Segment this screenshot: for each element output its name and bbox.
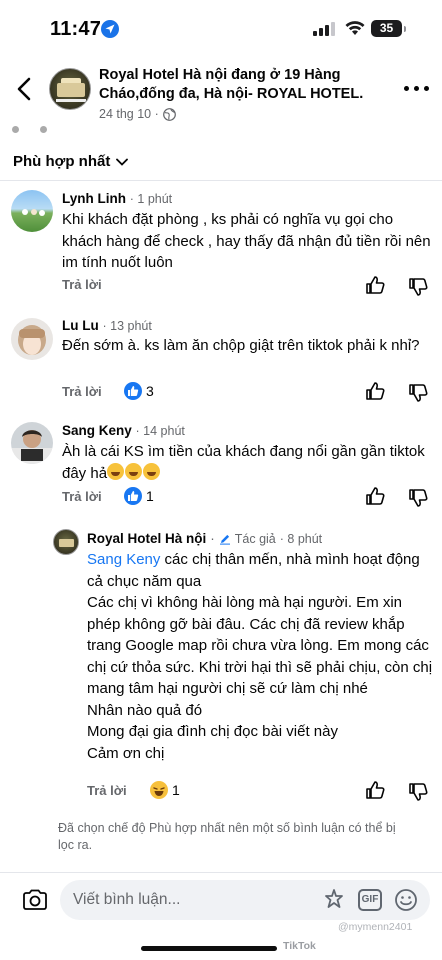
dislike-icon[interactable] [407,487,429,509]
post-header: Royal Hotel Hà nội đang ở 19 Hàng Cháo,đ… [0,58,442,128]
avatar[interactable] [11,190,53,232]
mention-link[interactable]: Sang Keny [87,551,160,568]
post-title[interactable]: Royal Hotel Hà nội đang ở 19 Hàng Cháo,đ… [99,66,389,104]
comment-text: Khi khách đặt phòng , ks phải có nghĩa v… [62,211,431,271]
haha-reaction-icon [150,781,168,799]
divider [0,180,442,181]
back-arrow-icon[interactable] [10,74,40,104]
comment-time: · 1 phút [129,192,173,206]
reply-button[interactable]: Trả lời [62,384,102,399]
page-avatar[interactable] [53,529,79,555]
comment-input-placeholder: Viết bình luận... [73,891,181,908]
reply-comment-item: Royal Hotel Hà nội · Tác giả · 8 phút Sa… [0,526,442,811]
post-meta: 24 thg 10 · [99,107,176,121]
dislike-icon[interactable] [407,382,429,404]
page-avatar[interactable] [49,68,91,110]
filter-note: Đã chọn chế độ Phù hợp nhất nên một số b… [58,821,396,852]
watermark-handle: @mymenn2401 [338,921,413,933]
comment-composer: Viết bình luận... GIF [0,872,442,927]
pencil-icon [219,534,230,545]
like-reaction-icon [124,382,142,400]
laughing-emoji-icon [143,462,161,480]
more-options-icon[interactable] [404,84,430,94]
status-bar: 11:47 35 [0,0,442,58]
comment-item: Lu Lu · 13 phút Đến sớm à. ks làm ăn chộ… [0,316,442,411]
sort-dropdown[interactable]: Phù hợp nhất [13,153,129,170]
comment-time: · 13 phút [102,319,152,333]
like-icon[interactable] [364,274,386,296]
avatar[interactable] [11,422,53,464]
post-date: 24 thg 10 · [99,107,159,121]
signal-icon [313,22,335,36]
like-icon[interactable] [364,380,386,402]
like-count-badge[interactable]: 1 [124,487,154,505]
wifi-icon [345,21,365,35]
emoji-icon[interactable] [394,888,418,912]
home-indicator [141,946,277,951]
watermark-brand: TikTok [283,940,316,952]
comment-input[interactable]: Viết bình luận... GIF [60,880,430,920]
dislike-icon[interactable] [407,781,429,803]
battery-tip [404,26,406,32]
reaction-strip [0,126,442,134]
sticker-icon[interactable] [322,888,346,912]
comment-author[interactable]: Lu Lu · 13 phút [62,318,152,333]
globe-icon [162,107,176,121]
chevron-down-icon [116,158,129,166]
avatar[interactable] [11,318,53,360]
comment-item: Sang Keny · 14 phút Àh là cái KS ìm tiền… [0,420,442,515]
like-icon[interactable] [364,485,386,507]
reaction-dot [40,126,47,133]
reaction-dot [12,126,19,133]
like-icon[interactable] [364,779,386,801]
reply-button[interactable]: Trả lời [87,783,127,798]
battery-indicator: 35 [371,20,402,37]
comment-author[interactable]: Lynh Linh · 1 phút [62,191,172,206]
like-count-badge[interactable]: 3 [124,382,154,400]
like-count: 1 [146,488,154,504]
dislike-icon[interactable] [407,276,429,298]
reaction-count: 1 [172,782,180,798]
author-badge: Tác giả [234,531,276,546]
comment-time: · 8 phút [279,531,323,546]
comment-author[interactable]: Sang Keny · 14 phút [62,423,185,438]
camera-icon[interactable] [22,889,48,911]
comment-text: Àh là cái KS ìm tiền của khách đang nổi … [62,443,425,482]
reply-button[interactable]: Trả lời [62,489,102,504]
comment-author[interactable]: Royal Hotel Hà nội · Tác giả · 8 phút [87,531,322,546]
reaction-count-badge[interactable]: 1 [150,781,180,799]
status-time: 11:47 [50,18,102,40]
comment-time: · 14 phút [135,424,185,438]
location-arrow-icon [101,20,119,38]
like-reaction-icon [124,487,142,505]
comment-item: Lynh Linh · 1 phút Khi khách đặt phòng ,… [0,188,442,303]
laughing-emoji-icon [107,462,125,480]
gif-button[interactable]: GIF [358,889,382,911]
like-count: 3 [146,383,154,399]
laughing-emoji-icon [125,462,143,480]
reply-button[interactable]: Trả lời [62,277,102,292]
comment-text: Sang Keny các chị thân mến, nhà mình hoạ… [87,551,433,762]
comment-text: Đến sớm à. ks làm ăn chộp giật trên tikt… [62,337,420,354]
sort-label: Phù hợp nhất [13,153,111,170]
